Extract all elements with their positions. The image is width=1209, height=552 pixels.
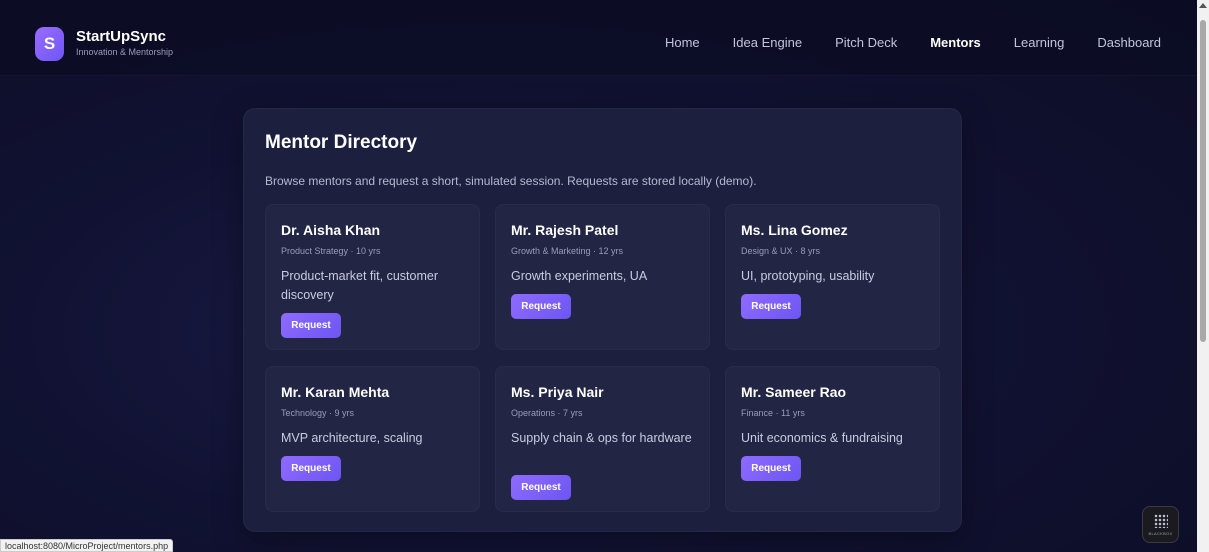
mentor-card: Ms. Priya Nair Operations · 7 yrs Supply… <box>495 366 710 512</box>
nav-mentors[interactable]: Mentors <box>930 35 981 50</box>
nav-dashboard[interactable]: Dashboard <box>1097 35 1161 50</box>
mentor-meta: Growth & Marketing · 12 yrs <box>511 246 624 256</box>
status-bar-url: localhost:8080/MicroProject/mentors.php <box>0 539 174 552</box>
mentor-name: Dr. Aisha Khan <box>281 222 381 238</box>
mentor-name: Mr. Karan Mehta <box>281 384 390 400</box>
mentor-directory-panel: Mentor Directory Browse mentors and requ… <box>243 108 962 532</box>
mentor-name: Mr. Rajesh Patel <box>511 222 619 238</box>
top-navigation-bar: S StartUpSync Innovation & Mentorship Ho… <box>0 0 1197 76</box>
nav-home[interactable]: Home <box>665 35 700 50</box>
dots-grid-icon <box>1153 513 1168 528</box>
request-button[interactable]: Request <box>511 475 571 500</box>
request-button[interactable]: Request <box>741 294 801 319</box>
blackbox-widget[interactable]: BLACKBOX <box>1142 506 1179 543</box>
page-title: Mentor Directory <box>265 132 418 153</box>
mentor-card: Ms. Lina Gomez Design & UX · 8 yrs UI, p… <box>725 204 940 350</box>
mentor-focus: Product-market fit, customer discovery <box>281 269 438 302</box>
request-button[interactable]: Request <box>281 313 341 338</box>
nav-learning[interactable]: Learning <box>1014 35 1065 50</box>
brand-tagline: Innovation & Mentorship <box>76 47 174 57</box>
mentor-name: Ms. Lina Gomez <box>741 222 848 238</box>
mentor-focus: Supply chain & ops for hardware <box>511 431 692 445</box>
mentor-meta: Finance · 11 yrs <box>741 408 805 418</box>
nav-idea-engine[interactable]: Idea Engine <box>733 35 802 50</box>
mentor-card: Mr. Rajesh Patel Growth & Marketing · 12… <box>495 204 710 350</box>
mentor-meta: Technology · 9 yrs <box>281 408 355 418</box>
mentor-name: Mr. Sameer Rao <box>741 384 847 400</box>
main-nav: Home Idea Engine Pitch Deck Mentors Lear… <box>632 35 1161 50</box>
widget-label: BLACKBOX <box>1148 530 1173 536</box>
request-button[interactable]: Request <box>511 294 571 319</box>
mentor-meta: Design & UX · 8 yrs <box>741 246 821 256</box>
mentor-card: Mr. Karan Mehta Technology · 9 yrs MVP a… <box>265 366 480 512</box>
request-button[interactable]: Request <box>281 456 341 481</box>
page-description: Browse mentors and request a short, simu… <box>265 174 757 188</box>
mentor-meta: Product Strategy · 10 yrs <box>281 246 381 256</box>
mentor-name: Ms. Priya Nair <box>511 384 604 400</box>
mentor-focus: MVP architecture, scaling <box>281 431 423 445</box>
mentor-focus: UI, prototyping, usability <box>741 269 875 283</box>
nav-pitch-deck[interactable]: Pitch Deck <box>835 35 897 50</box>
scroll-thumb[interactable] <box>1200 20 1206 342</box>
mentor-focus: Unit economics & fundraising <box>741 431 903 445</box>
page-scrollbar[interactable] <box>1197 0 1209 552</box>
mentor-card: Mr. Sameer Rao Finance · 11 yrs Unit eco… <box>725 366 940 512</box>
logo-icon[interactable]: S <box>35 27 64 61</box>
mentor-card: Dr. Aisha Khan Product Strategy · 10 yrs… <box>265 204 480 350</box>
mentor-focus: Growth experiments, UA <box>511 269 648 283</box>
request-button[interactable]: Request <box>741 456 801 481</box>
mentor-meta: Operations · 7 yrs <box>511 408 583 418</box>
scroll-up-arrow-icon[interactable] <box>1199 3 1207 8</box>
brand-name[interactable]: StartUpSync <box>76 28 166 45</box>
